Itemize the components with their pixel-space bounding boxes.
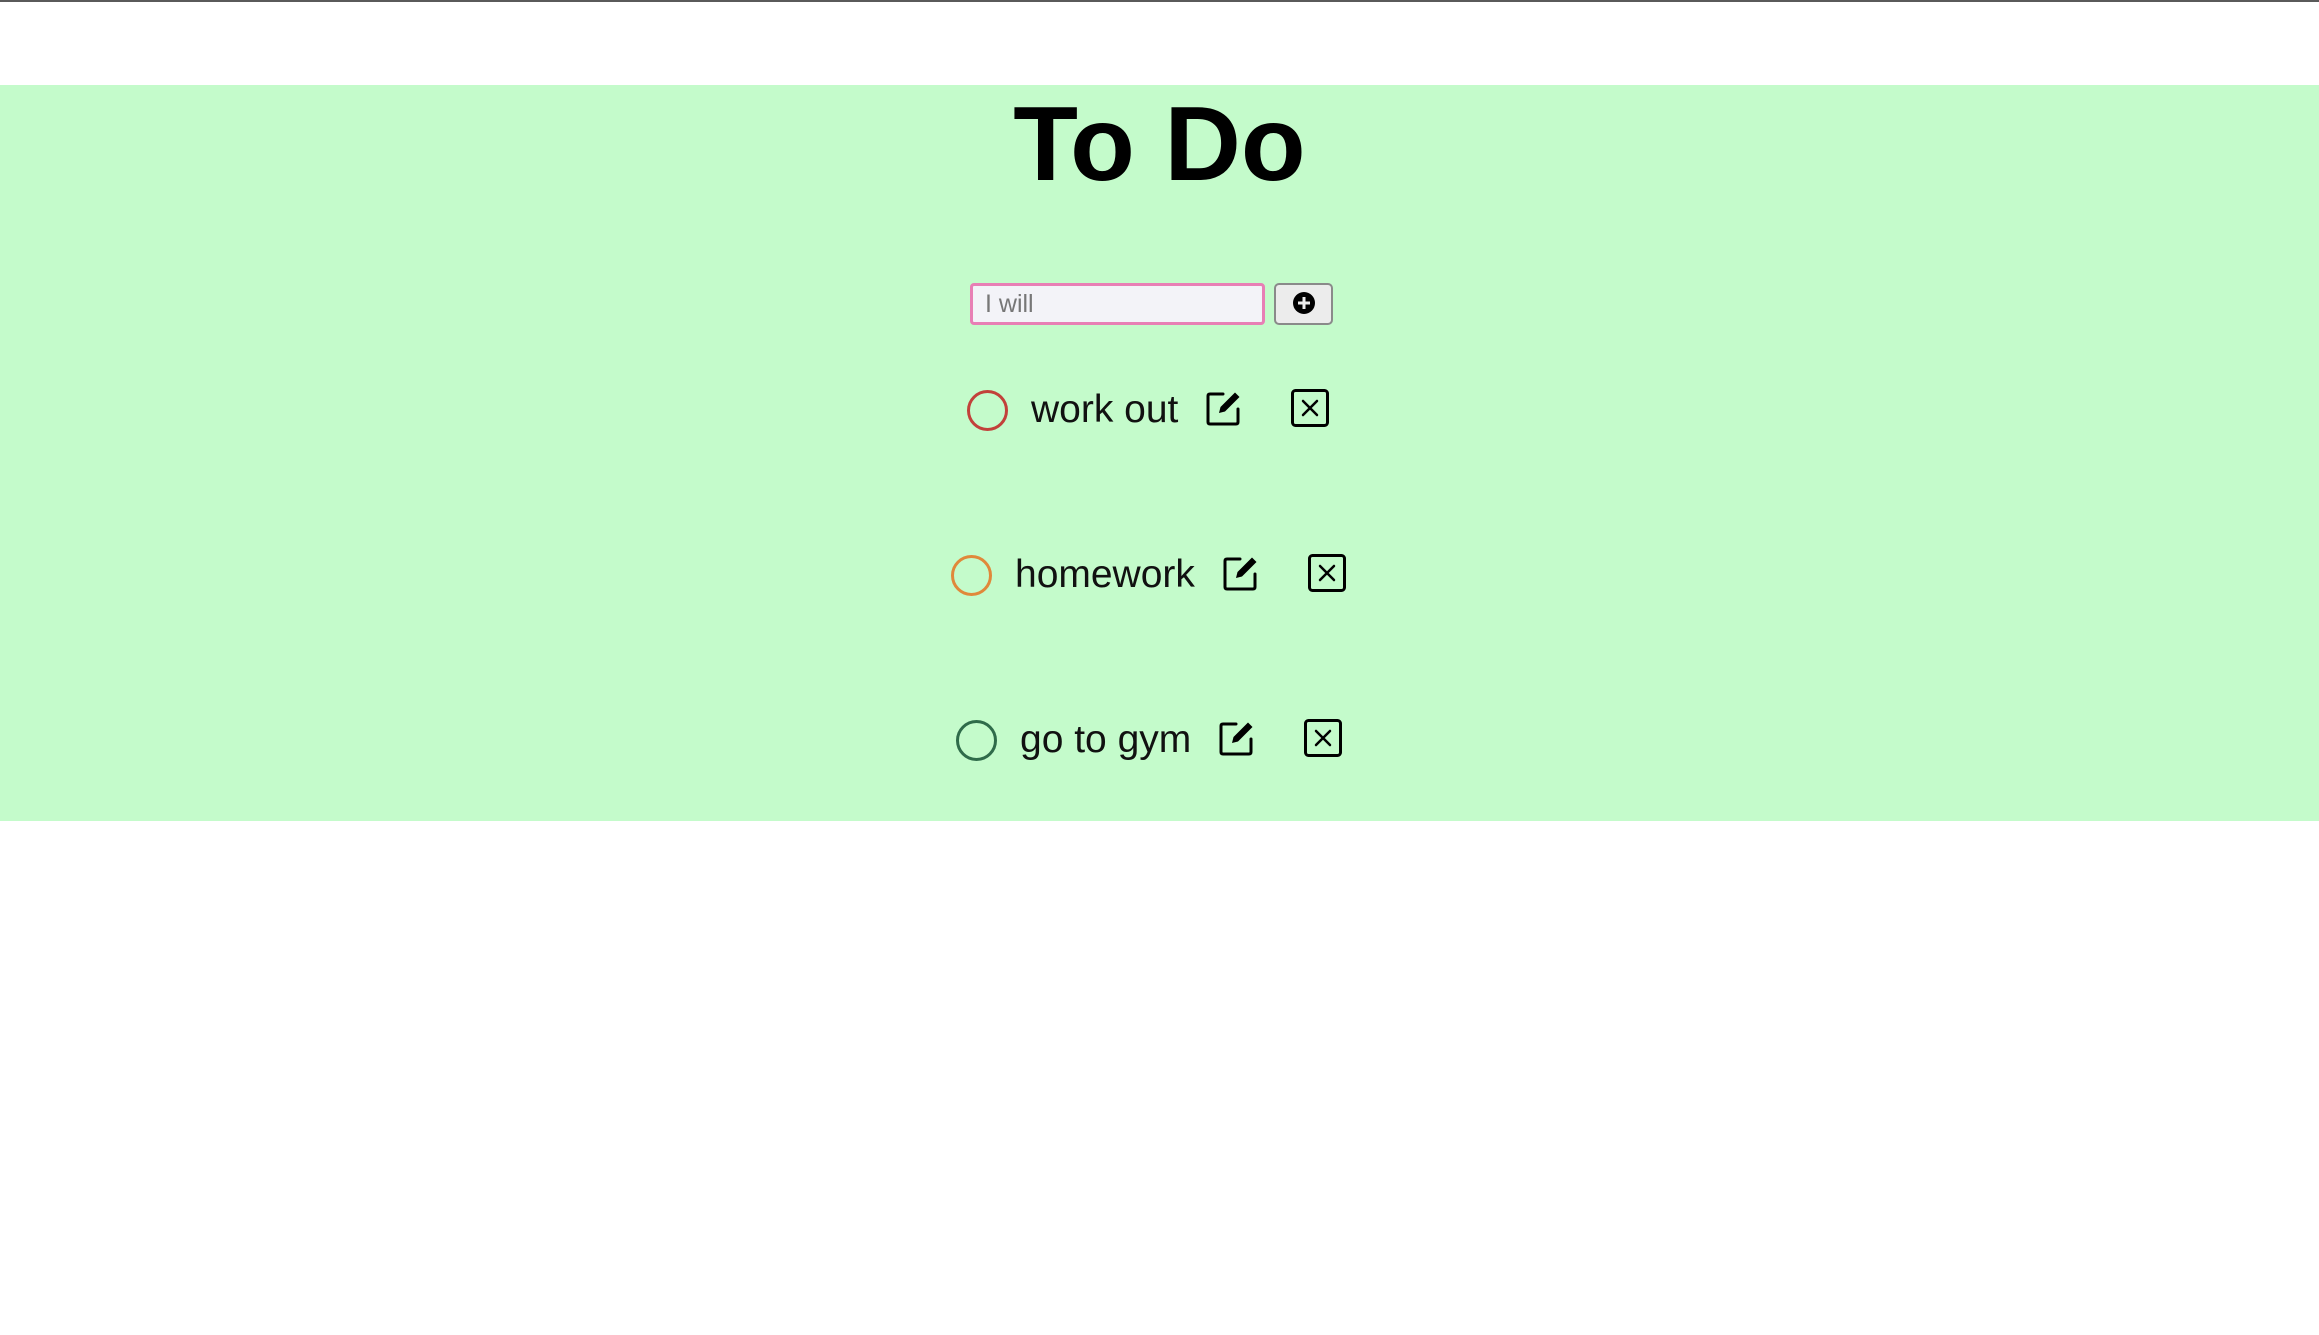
edit-square-icon [1221,553,1261,598]
status-toggle[interactable] [967,389,1008,431]
todo-app: To Do work out [0,85,2319,821]
edit-button[interactable] [1217,720,1257,760]
new-task-input[interactable] [970,283,1265,325]
edit-square-icon [1204,388,1244,433]
close-square-icon [1307,553,1347,598]
status-toggle[interactable] [951,554,992,596]
todo-label: homework [1015,553,1195,596]
add-task-button[interactable] [1274,283,1333,325]
delete-button[interactable] [1290,388,1330,433]
todo-item: go to gym [956,710,1343,770]
edit-square-icon [1217,718,1257,763]
todo-item: homework [951,545,1347,605]
close-square-icon [1290,388,1330,433]
todo-label: work out [1031,388,1179,431]
todo-label: go to gym [1020,718,1192,761]
plus-circle-icon [1291,290,1317,319]
page-title: To Do [1013,85,1306,203]
edit-button[interactable] [1204,390,1244,430]
edit-button[interactable] [1221,555,1261,595]
status-toggle[interactable] [956,719,997,761]
todo-item: work out [967,380,1330,440]
delete-button[interactable] [1307,553,1347,598]
top-border [0,0,2319,2]
delete-button[interactable] [1303,718,1343,763]
new-task-form [970,282,1333,326]
close-square-icon [1303,718,1343,763]
